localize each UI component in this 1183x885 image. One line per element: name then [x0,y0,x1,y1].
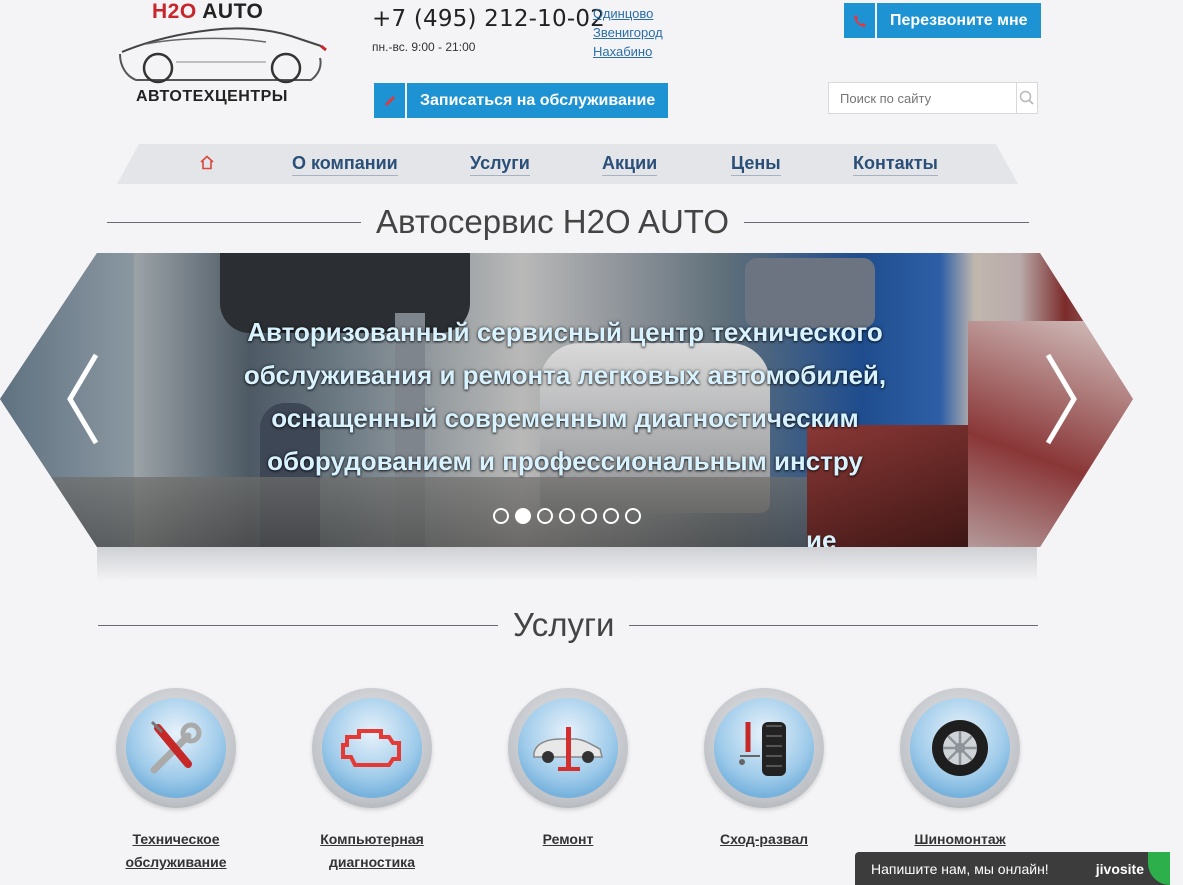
phone-icon [844,3,875,38]
slide-caption: Авторизованный сервисный центр техническ… [243,317,887,476]
service-label[interactable]: Компьютерная диагностика [292,828,452,874]
logo-subtitle: АВТОТЕХЦЕНТРЫ [136,88,288,105]
service-label[interactable]: Техническое обслуживание [96,828,256,874]
wheel-alignment-icon [714,698,814,798]
services-title-row: Услуги [98,606,1038,644]
car-lift-icon [518,698,618,798]
slider-dot[interactable] [493,508,509,524]
slider-dot[interactable] [581,508,597,524]
page-title: Автосервис H2O AUTO [376,203,730,240]
nav-promotions[interactable]: Акции [602,153,658,176]
nav-prices[interactable]: Цены [731,153,781,176]
slider-dot[interactable] [559,508,575,524]
nav-about[interactable]: О компании [292,153,398,176]
chat-leaf-icon [1148,852,1170,885]
main-nav: О компании Услуги Акции Цены Контакты [117,144,1018,184]
service-alignment[interactable]: Сход-развал [684,688,844,851]
service-label[interactable]: Шиномонтаж [914,828,1005,851]
nav-services[interactable]: Услуги [470,153,530,176]
city-link-nakhabino[interactable]: Нахабино [593,42,663,61]
logo-h2o: H2O [152,0,197,23]
home-icon[interactable] [199,155,215,175]
service-diagnostics[interactable]: Компьютерная диагностика [292,688,452,874]
slider-dot[interactable] [603,508,619,524]
logo-auto: AUTO [202,0,264,23]
callback-button-label: Перезвоните мне [877,3,1041,38]
logo-title: H2O AUTO [152,0,263,24]
nav-contacts[interactable]: Контакты [853,153,938,176]
book-service-button-label: Записаться на обслуживание [407,83,669,118]
service-tires[interactable]: Шиномонтаж [880,688,1040,851]
services-title: Услуги [513,606,615,643]
slider-dot[interactable] [625,508,641,524]
search-button[interactable] [1016,83,1037,113]
chat-text: Напишите нам, мы онлайн! [871,860,1049,877]
chat-widget[interactable]: Напишите нам, мы онлайн! jivosite [855,852,1170,885]
city-links: Одинцово Звенигород Нахабино [593,4,663,61]
engine-check-icon [322,698,422,798]
slide-caption-partial: ие [806,525,837,547]
search-input[interactable] [829,83,1016,113]
city-link-odintsovo[interactable]: Одинцово [593,4,663,23]
callback-button[interactable]: Перезвоните мне [844,3,1041,38]
slider-dot[interactable] [515,508,531,524]
tire-icon [910,698,1010,798]
logo[interactable]: H2O AUTO АВТОТЕХЦЕНТРЫ [116,0,331,112]
service-label[interactable]: Ремонт [543,828,594,851]
phone-number[interactable]: +7 (495) 212-10-02 [372,6,605,32]
wrench-screwdriver-icon [126,698,226,798]
site-search [828,82,1038,114]
slider-dot[interactable] [537,508,553,524]
search-icon [1019,90,1034,105]
hero-slider: Авторизованный сервисный центр техническ… [0,253,1133,547]
working-hours: пн.-вс. 9:00 - 21:00 [372,40,476,54]
slider-dots [493,508,641,524]
book-service-button[interactable]: Записаться на обслуживание [374,83,669,118]
pencil-icon [374,83,405,118]
city-link-zvenigorod[interactable]: Звенигород [593,23,663,42]
slider-next-icon[interactable] [1040,353,1080,445]
page-title-row: Автосервис H2O AUTO [107,203,1029,241]
slider-prev-icon[interactable] [64,353,104,445]
service-label[interactable]: Сход-развал [720,828,808,851]
service-repair[interactable]: Ремонт [488,688,648,851]
car-silhouette-icon [119,27,327,84]
service-maintenance[interactable]: Техническое обслуживание [96,688,256,874]
